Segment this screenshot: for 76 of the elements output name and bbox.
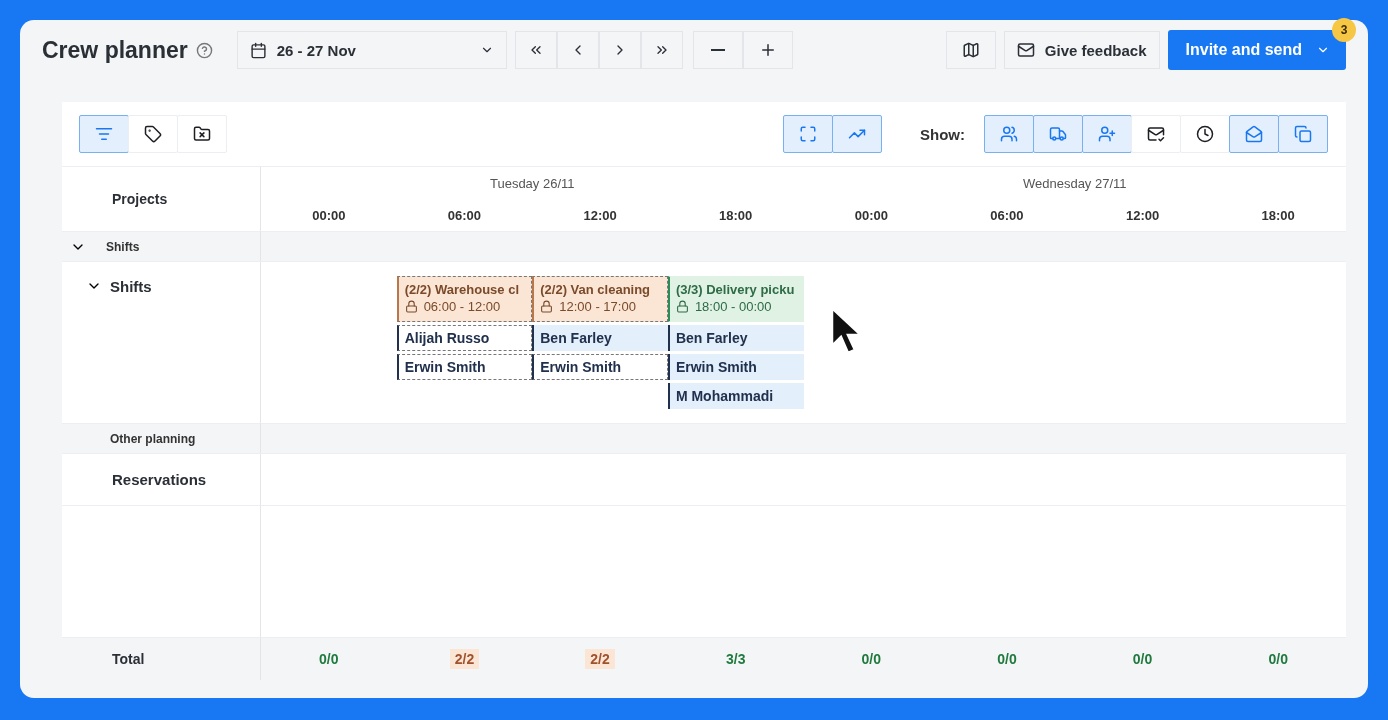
column-header: Projects (112, 191, 168, 207)
toggle-button[interactable] (79, 115, 129, 153)
assigned-person[interactable]: Ben Farley (667, 325, 804, 351)
page-title: Crew planner (42, 36, 188, 64)
toggle-button[interactable] (1229, 115, 1279, 153)
toggle-button[interactable] (1082, 115, 1132, 153)
help-icon[interactable] (195, 41, 213, 59)
assigned-person[interactable]: M Mohammadi (667, 383, 804, 409)
toggle-button[interactable] (783, 115, 833, 153)
tag-icon (144, 125, 162, 143)
filter-icon (95, 125, 113, 143)
people-icon (1000, 125, 1018, 143)
assigned-person[interactable]: Erwin Smith (396, 354, 533, 380)
total-value: 0/0 (1267, 650, 1289, 669)
person-add-icon (1098, 125, 1116, 143)
copy-icon (1294, 125, 1312, 143)
row-label: Reservations (112, 471, 207, 488)
mail-check-icon (1147, 125, 1165, 143)
clock-icon (1196, 125, 1214, 143)
shift-time: 06:00 - 12:00 (423, 299, 501, 314)
time-header: 18:00 (1260, 207, 1296, 223)
assigned-person[interactable]: Alijah Russo (396, 325, 533, 351)
toggle-button[interactable] (1033, 115, 1083, 153)
total-value: 0/0 (860, 650, 883, 669)
shift-card[interactable]: (2/2) Van cleaning 12:00 - 17:00 (532, 276, 668, 322)
lock-icon (404, 300, 418, 313)
total-value: 2/2 (449, 649, 480, 669)
row-label: Shifts (110, 278, 152, 295)
assigned-person[interactable]: Ben Farley (532, 325, 668, 351)
feedback-button[interactable]: Give feedback (1003, 31, 1160, 69)
day-header: Tuesday 26/11 (488, 175, 576, 191)
shift-title: (3/3) Delivery picku (675, 282, 796, 297)
time-header: 00:00 (853, 207, 889, 223)
total-label: Total (112, 651, 145, 667)
calendar-icon (249, 41, 267, 59)
assigned-person[interactable]: Erwin Smith (532, 354, 668, 380)
map-button[interactable] (945, 31, 996, 69)
time-header: 18:00 (718, 207, 754, 223)
zoom-in-button[interactable] (742, 31, 793, 69)
count-badge: 3 (1332, 18, 1356, 42)
lock-icon (675, 300, 689, 313)
first-button[interactable] (514, 31, 557, 69)
total-value: 2/2 (585, 649, 615, 669)
map-icon (961, 41, 980, 59)
group-label: Other planning (110, 431, 196, 446)
assigned-person[interactable]: Erwin Smith (667, 354, 804, 380)
toggle-button[interactable] (832, 115, 882, 153)
mail-icon (1016, 41, 1035, 59)
time-header: 06:00 (446, 207, 483, 223)
shift-card[interactable]: (3/3) Delivery picku 18:00 - 00:00 (667, 276, 804, 322)
total-value: 0/0 (318, 650, 340, 669)
mail-open-icon (1245, 125, 1263, 143)
date-range-dropdown[interactable]: 26 - 27 Nov (236, 31, 507, 69)
time-header: 12:00 (582, 207, 618, 223)
total-value: 3/3 (724, 650, 747, 669)
folder-x-icon (193, 125, 211, 143)
group-label: Shifts (106, 239, 140, 254)
shift-title: (2/2) Warehouse cl (404, 282, 520, 297)
shift-title: (2/2) Van cleaning (540, 282, 652, 297)
day-header: Wednesday 27/11 (1021, 175, 1128, 191)
shift-card[interactable]: (2/2) Warehouse cl 06:00 - 12:00 (396, 276, 533, 322)
toggle-button[interactable] (1278, 115, 1328, 153)
last-button[interactable] (640, 31, 683, 69)
toggle-button[interactable] (984, 115, 1034, 153)
expand-icon (799, 125, 817, 143)
time-header: 12:00 (1124, 207, 1161, 223)
minus-icon (710, 49, 725, 51)
total-value: 0/0 (996, 650, 1018, 669)
shift-time: 18:00 - 00:00 (694, 299, 772, 314)
time-header: 06:00 (989, 207, 1025, 223)
shift-time: 12:00 - 17:00 (559, 299, 636, 314)
show-label: Show: (920, 125, 965, 143)
lock-icon (540, 300, 554, 313)
time-header: 00:00 (311, 207, 347, 223)
truck-icon (1049, 125, 1067, 143)
total-value: 0/0 (1131, 650, 1154, 669)
